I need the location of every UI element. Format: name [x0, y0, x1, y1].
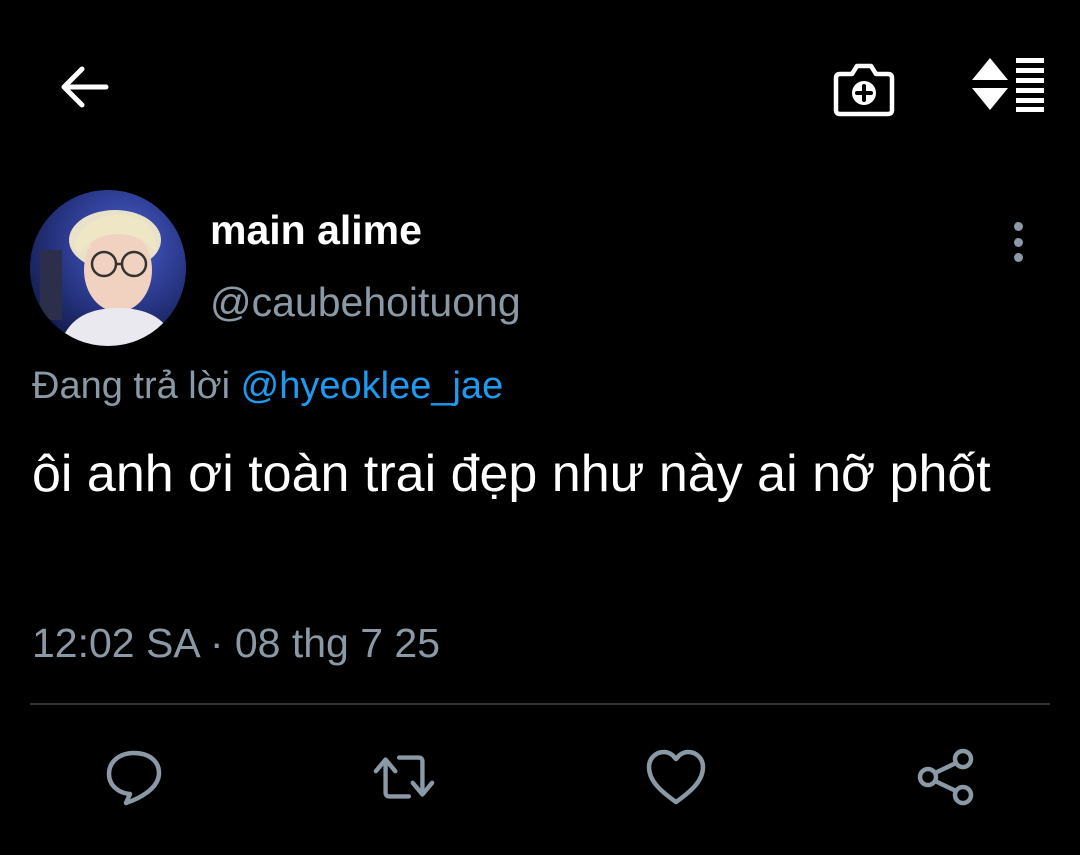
- tweet-text: ôi anh ơi toàn trai đẹp như này ai nỡ ph…: [32, 445, 991, 503]
- top-toolbar: [0, 0, 1080, 170]
- tweet-timestamp[interactable]: 12:02 SA · 08 thg 7 25: [32, 618, 440, 668]
- more-vertical-icon-dot: [1013, 237, 1023, 247]
- sort-button[interactable]: [966, 52, 1050, 116]
- retweet-icon: [373, 755, 435, 799]
- reply-to-link[interactable]: @hyeoklee_jae: [241, 365, 504, 407]
- avatar[interactable]: [30, 190, 186, 346]
- reply-context: Đang trả lời @hyeoklee_jae: [32, 363, 503, 409]
- heart-icon: [646, 749, 706, 805]
- sort-toggle-icon: [972, 58, 1044, 112]
- camera-button[interactable]: [828, 52, 900, 124]
- user-handle[interactable]: @caubehoituong: [210, 278, 521, 326]
- arrow-left-icon: [61, 66, 109, 108]
- more-vertical-icon-dot: [1013, 253, 1023, 262]
- share-button[interactable]: [914, 745, 978, 809]
- display-name[interactable]: main alime: [210, 206, 422, 254]
- comment-icon: [106, 750, 162, 806]
- avatar-photo: [30, 190, 186, 346]
- back-button[interactable]: [52, 55, 116, 119]
- camera-plus-icon: [833, 63, 895, 117]
- retweet-button[interactable]: [372, 745, 436, 809]
- like-button[interactable]: [644, 745, 708, 809]
- reply-button[interactable]: [102, 745, 166, 809]
- divider: [30, 703, 1050, 705]
- more-options-button[interactable]: [996, 218, 1040, 266]
- more-vertical-icon-dot: [1013, 222, 1023, 231]
- reply-prefix: Đang trả lời: [32, 365, 231, 407]
- share-icon: [917, 748, 974, 806]
- tweet-detail-screen: main alime @caubehoituong Đang trả lời @…: [0, 0, 1080, 855]
